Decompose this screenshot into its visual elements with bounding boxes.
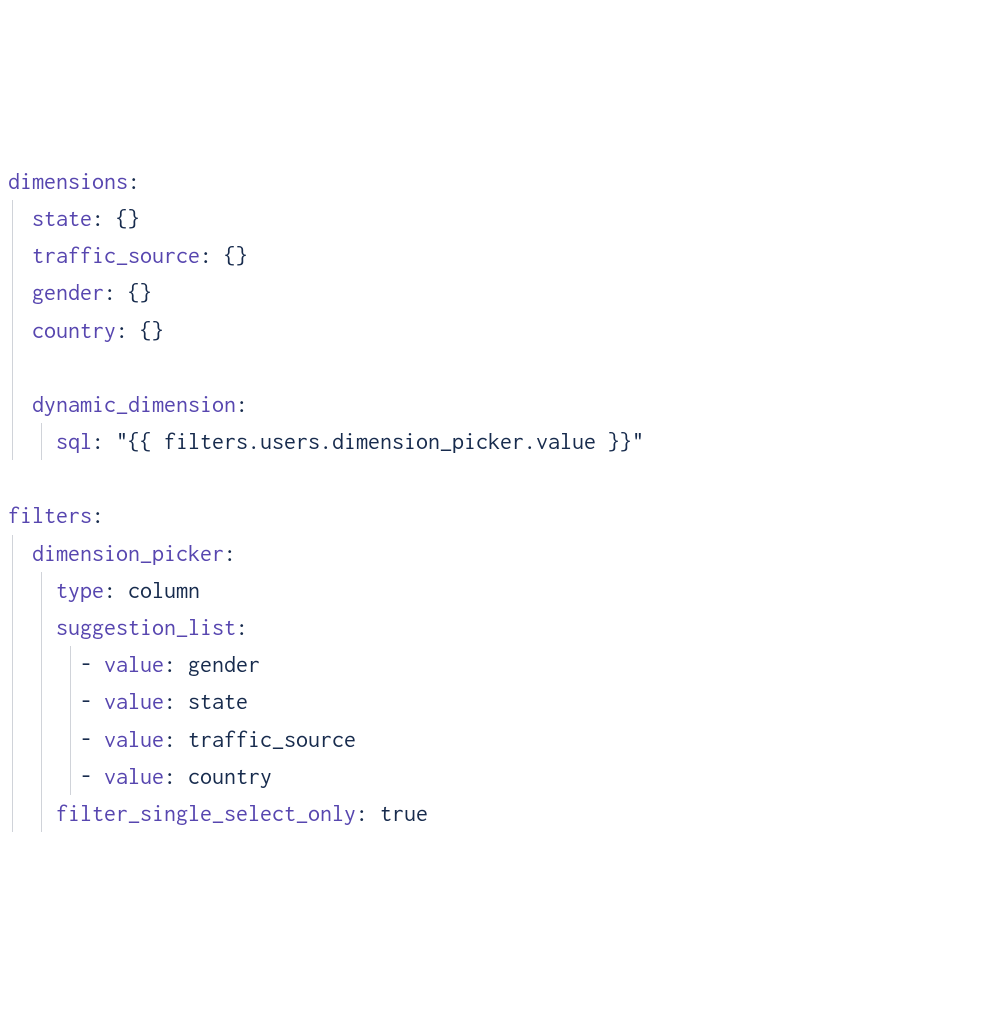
- value-suggestion-traffic-source: traffic_source: [188, 726, 356, 752]
- value-suggestion-gender: gender: [188, 651, 260, 677]
- colon: :: [104, 577, 116, 603]
- code-line: filters:: [8, 497, 974, 534]
- value-sql-template: "{{ filters.users.dimension_picker.value…: [116, 428, 644, 454]
- colon: :: [116, 317, 128, 343]
- code-line: - value: country: [8, 758, 974, 795]
- colon: :: [92, 428, 104, 454]
- dash: -: [80, 688, 104, 714]
- dash: -: [80, 651, 104, 677]
- colon: :: [200, 242, 212, 268]
- value-type: column: [128, 577, 200, 603]
- key-filter-single-select-only: filter_single_select_only: [56, 800, 356, 826]
- colon: :: [164, 651, 176, 677]
- code-line: traffic_source: {}: [8, 237, 974, 274]
- value-suggestion-state: state: [188, 688, 248, 714]
- code-line: - value: traffic_source: [8, 721, 974, 758]
- code-line: dimensions:: [8, 163, 974, 200]
- code-line: dimension_picker:: [8, 535, 974, 572]
- key-filters: filters: [8, 502, 92, 528]
- colon: :: [236, 391, 248, 417]
- yaml-code-block: dimensions: state: {} traffic_source: {}…: [8, 163, 974, 832]
- code-line: sql: "{{ filters.users.dimension_picker.…: [8, 423, 974, 460]
- key-state: state: [32, 205, 92, 231]
- key-value: value: [104, 726, 164, 752]
- colon: :: [128, 168, 140, 194]
- key-dimension-picker: dimension_picker: [32, 540, 224, 566]
- code-line: - value: gender: [8, 646, 974, 683]
- colon: :: [224, 540, 236, 566]
- key-traffic-source: traffic_source: [32, 242, 200, 268]
- code-line: state: {}: [8, 200, 974, 237]
- key-gender: gender: [32, 279, 104, 305]
- colon: :: [164, 763, 176, 789]
- key-country: country: [32, 317, 116, 343]
- code-line-blank: [8, 460, 974, 497]
- code-line: - value: state: [8, 683, 974, 720]
- key-value: value: [104, 763, 164, 789]
- code-line: suggestion_list:: [8, 609, 974, 646]
- key-type: type: [56, 577, 104, 603]
- empty-object: {}: [116, 205, 140, 231]
- key-value: value: [104, 651, 164, 677]
- dash: -: [80, 763, 104, 789]
- colon: :: [164, 726, 176, 752]
- key-value: value: [104, 688, 164, 714]
- empty-object: {}: [128, 279, 152, 305]
- dash: -: [80, 726, 104, 752]
- value-true: true: [380, 800, 428, 826]
- code-line-blank: [8, 349, 974, 386]
- colon: :: [356, 800, 368, 826]
- code-line: gender: {}: [8, 274, 974, 311]
- colon: :: [104, 279, 116, 305]
- key-dimensions: dimensions: [8, 168, 128, 194]
- colon: :: [236, 614, 248, 640]
- key-sql: sql: [56, 428, 92, 454]
- colon: :: [92, 502, 104, 528]
- empty-object: {}: [224, 242, 248, 268]
- code-line: filter_single_select_only: true: [8, 795, 974, 832]
- code-line: type: column: [8, 572, 974, 609]
- empty-object: {}: [140, 317, 164, 343]
- code-line: country: {}: [8, 312, 974, 349]
- colon: :: [92, 205, 104, 231]
- colon: :: [164, 688, 176, 714]
- key-suggestion-list: suggestion_list: [56, 614, 236, 640]
- code-line: dynamic_dimension:: [8, 386, 974, 423]
- value-suggestion-country: country: [188, 763, 272, 789]
- key-dynamic-dimension: dynamic_dimension: [32, 391, 236, 417]
